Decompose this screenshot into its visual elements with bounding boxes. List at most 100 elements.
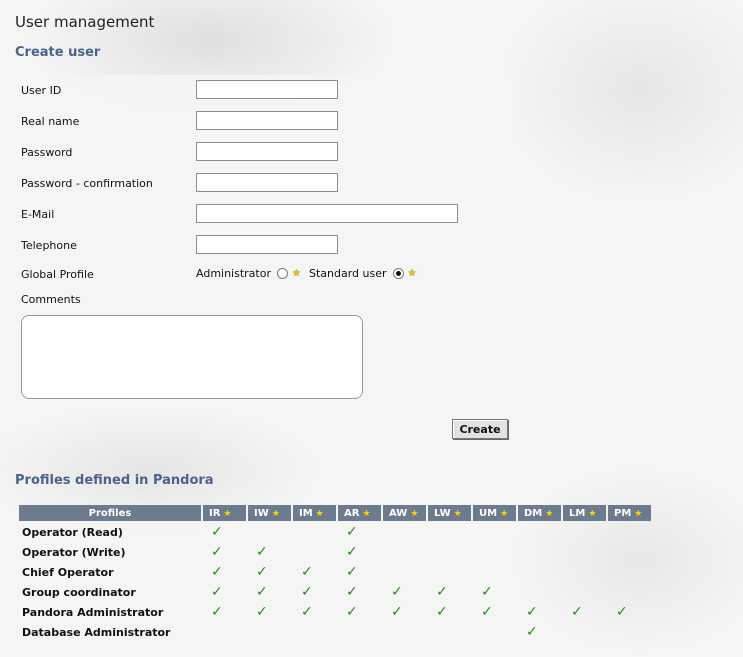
profiles-header-row: Profiles IR ★ IW ★ IM ★ AR ★ AW ★ LW ★ UM ★ DM ★… [19,505,651,521]
empty-cell [383,623,426,641]
empty-cell [473,523,516,541]
empty-cell [563,623,606,641]
check-icon: ✓ [391,584,403,600]
check-icon: ✓ [346,604,358,620]
check-icon: ✓ [211,564,223,580]
standard-user-radio[interactable] [392,268,404,279]
table-row: Operator (Read) ✓ ✓ [19,523,651,541]
profile-name: Pandora Administrator [22,605,164,619]
star-icon: ★ [362,508,371,519]
table-row: Operator (Write) ✓ ✓ ✓ [19,543,651,561]
password-label: Password [21,146,73,159]
check-icon: ✓ [346,524,358,540]
administrator-radio[interactable] [277,268,288,279]
star-icon: ★ [223,508,232,519]
profiles-table: Profiles IR ★ IW ★ IM ★ AR ★ AW ★ LW ★ UM ★ DM ★… [17,503,653,643]
check-icon: ✓ [256,604,268,620]
check-icon: ✓ [211,584,223,600]
real-name-input[interactable] [196,111,338,130]
password-confirmation-label: Password - confirmation [21,177,153,190]
perm-header-pm: PM ★ [608,505,651,521]
check-icon: ✓ [616,604,628,620]
table-row: Pandora Administrator ✓ ✓ ✓ ✓ ✓ ✓ ✓ ✓ ✓ ✓ [19,603,651,621]
profile-name: Database Administrator [22,625,171,639]
star-icon: ★ [453,508,462,519]
star-icon: ★ [500,508,509,519]
empty-cell [518,523,561,541]
password-input[interactable] [196,142,338,161]
empty-cell [608,543,651,561]
empty-cell [248,623,291,641]
check-icon: ✓ [391,604,403,620]
comments-label: Comments [21,293,81,306]
empty-cell [293,523,336,541]
empty-cell [293,543,336,561]
perm-header-im: IM ★ [293,505,336,521]
empty-cell [473,563,516,581]
profiles-heading: Profiles defined in Pandora [15,473,214,488]
email-input[interactable] [196,204,458,223]
user-id-input[interactable] [196,80,338,99]
profile-name: Chief Operator [22,565,114,579]
check-icon: ✓ [481,584,493,600]
check-icon: ✓ [256,584,268,600]
empty-cell [248,523,291,541]
empty-cell [563,523,606,541]
empty-cell [293,623,336,641]
email-label: E-Mail [21,208,55,221]
star-icon: ★ [407,268,417,279]
profile-name: Operator (Read) [22,525,123,539]
empty-cell [428,543,471,561]
check-icon: ✓ [346,544,358,560]
check-icon: ✓ [301,604,313,620]
star-icon: ★ [634,508,643,519]
check-icon: ✓ [526,604,538,620]
telephone-input[interactable] [196,235,338,254]
empty-cell [608,623,651,641]
empty-cell [518,543,561,561]
perm-header-um: UM ★ [473,505,516,521]
perm-header-iw: IW ★ [248,505,291,521]
check-icon: ✓ [346,564,358,580]
star-icon: ★ [292,268,301,279]
star-icon: ★ [315,508,324,519]
check-icon: ✓ [211,524,223,540]
check-icon: ✓ [436,584,448,600]
user-id-label: User ID [21,84,62,97]
empty-cell [608,583,651,601]
perm-header-dm: DM ★ [518,505,561,521]
table-row: Group coordinator ✓ ✓ ✓ ✓ ✓ ✓ ✓ [19,583,651,601]
perm-header-ar: AR ★ [338,505,381,521]
check-icon: ✓ [526,624,538,640]
perm-header-ir: IR ★ [203,505,246,521]
perm-header-lm: LM ★ [563,505,606,521]
empty-cell [383,563,426,581]
empty-cell [338,623,381,641]
password-confirmation-input[interactable] [196,173,338,192]
check-icon: ✓ [256,544,268,560]
standard-user-option-label: Standard user [308,267,387,280]
star-icon: ★ [545,508,554,519]
profiles-column-header: Profiles [19,505,201,521]
comments-textarea[interactable] [21,315,363,399]
empty-cell [518,563,561,581]
global-profile-options: Administrator ★ Standard user ★ [196,267,424,280]
create-user-heading: Create user [15,45,101,60]
check-icon: ✓ [436,604,448,620]
table-row: Chief Operator ✓ ✓ ✓ ✓ [19,563,651,581]
create-button[interactable]: Create [452,419,508,439]
star-icon: ★ [271,508,280,519]
empty-cell [428,523,471,541]
perm-header-lw: LW ★ [428,505,471,521]
empty-cell [563,583,606,601]
empty-cell [518,583,561,601]
check-icon: ✓ [346,584,358,600]
star-icon: ★ [410,508,419,519]
check-icon: ✓ [211,544,223,560]
profile-name: Operator (Write) [22,545,126,559]
empty-cell [608,523,651,541]
empty-cell [563,563,606,581]
telephone-label: Telephone [21,239,77,252]
empty-cell [473,543,516,561]
check-icon: ✓ [211,604,223,620]
